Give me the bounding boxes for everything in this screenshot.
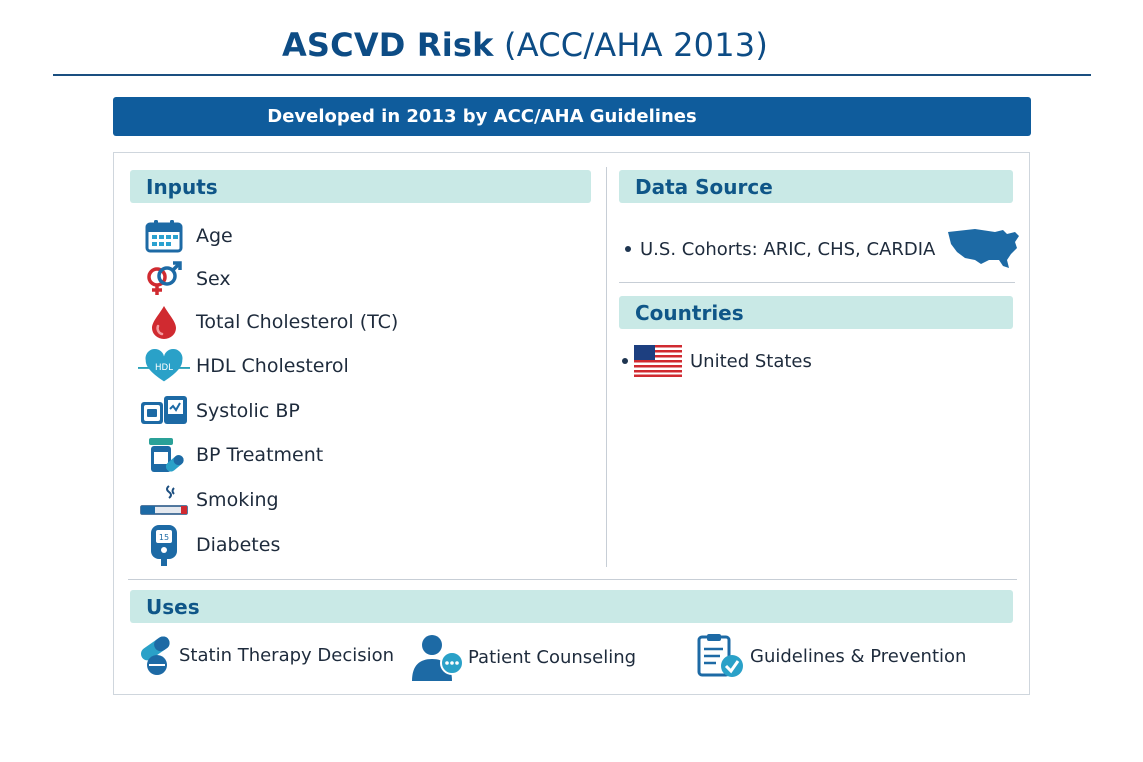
- input-item-systolic-bp: Systolic BP: [138, 393, 300, 429]
- input-item-diabetes: 15 Diabetes: [138, 525, 281, 566]
- title-sub: (ACC/AHA 2013): [504, 26, 769, 64]
- gender-icon: [138, 261, 190, 297]
- input-label: Smoking: [196, 489, 279, 511]
- input-label: HDL Cholesterol: [196, 355, 349, 377]
- use-item-counseling: Patient Counseling: [410, 631, 636, 683]
- uses-divider: [128, 579, 1017, 580]
- calendar-icon: [138, 218, 190, 254]
- input-label: Diabetes: [196, 534, 281, 556]
- input-label: Age: [196, 225, 233, 247]
- heart-hdl-icon: HDL: [138, 348, 190, 384]
- blood-drop-icon: [138, 304, 190, 340]
- input-item-age: Age: [138, 218, 233, 254]
- input-item-hdl: HDL HDL Cholesterol: [138, 348, 349, 384]
- glucose-reading: 15: [159, 533, 169, 542]
- inputs-heading: Inputs: [130, 170, 591, 203]
- column-divider: [606, 167, 607, 567]
- page-title: ASCVD Risk (ACC/AHA 2013): [0, 26, 1050, 64]
- title-main: ASCVD Risk: [281, 26, 494, 64]
- glucose-meter-icon: 15: [138, 525, 190, 566]
- data-source-label: U.S. Cohorts: ARIC, CHS, CARDIA: [640, 238, 936, 260]
- input-label: BP Treatment: [196, 444, 324, 466]
- data-source-divider: [619, 282, 1015, 283]
- countries-heading: Countries: [619, 296, 1013, 329]
- clipboard-check-icon: [696, 633, 746, 679]
- cigarette-icon: [138, 482, 190, 518]
- bullet-icon: [625, 246, 631, 252]
- pill-bottle-icon: [138, 437, 190, 473]
- use-label: Statin Therapy Decision: [179, 644, 395, 666]
- use-item-statin: Statin Therapy Decision: [135, 634, 394, 676]
- uses-heading: Uses: [130, 590, 1013, 623]
- title-divider: [53, 74, 1091, 76]
- input-label: Systolic BP: [196, 400, 300, 422]
- us-flag-icon: [634, 345, 682, 377]
- input-item-sex: Sex: [138, 261, 231, 297]
- pills-icon: [135, 634, 175, 676]
- use-item-guidelines: Guidelines & Prevention: [696, 633, 966, 679]
- bp-monitor-icon: [138, 393, 190, 429]
- hdl-icon-text: HDL: [155, 363, 173, 373]
- counseling-icon: [410, 631, 464, 683]
- country-label: United States: [690, 350, 812, 372]
- input-item-smoking: Smoking: [138, 482, 279, 518]
- country-item: United States: [622, 345, 812, 377]
- data-source-heading: Data Source: [619, 170, 1013, 203]
- input-label: Total Cholesterol (TC): [196, 311, 399, 333]
- input-item-bp-treatment: BP Treatment: [138, 437, 323, 473]
- input-item-total-cholesterol: Total Cholesterol (TC): [138, 304, 398, 340]
- use-label: Patient Counseling: [468, 646, 637, 668]
- use-label: Guidelines & Prevention: [750, 645, 967, 667]
- bullet-icon: [622, 358, 628, 364]
- data-source-item: U.S. Cohorts: ARIC, CHS, CARDIA: [625, 226, 1023, 272]
- usa-map-icon: [945, 226, 1023, 272]
- input-label: Sex: [196, 268, 231, 290]
- guidelines-banner: Developed in 2013 by ACC/AHA Guidelines: [113, 97, 1031, 136]
